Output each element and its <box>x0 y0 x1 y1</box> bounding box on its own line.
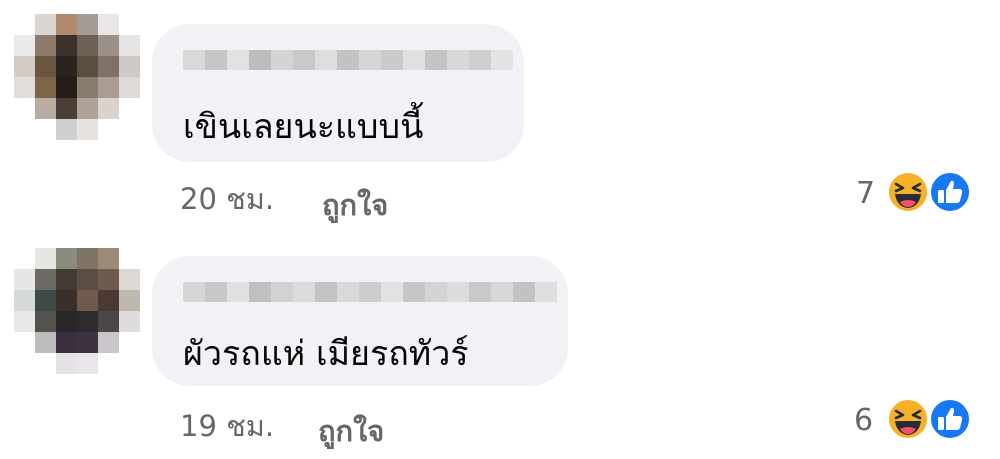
comment-timestamp[interactable]: 19 ชม. <box>180 403 274 449</box>
avatar[interactable] <box>14 248 140 374</box>
reaction-count[interactable]: 6 <box>854 403 873 438</box>
like-button[interactable]: ถูกใจ <box>318 408 384 454</box>
comment-text: เขินเลยนะแบบนี้ <box>183 107 424 147</box>
like-icon <box>929 171 971 213</box>
haha-icon <box>887 398 929 440</box>
comment-timestamp[interactable]: 20 ชม. <box>180 176 274 222</box>
reaction-summary[interactable] <box>886 397 972 441</box>
reaction-count[interactable]: 7 <box>856 176 875 211</box>
reaction-summary[interactable] <box>886 170 972 214</box>
commenter-name-blurred[interactable] <box>183 50 513 70</box>
like-button[interactable]: ถูกใจ <box>322 182 388 228</box>
comment-text: ผัวรถแห่ เมียรถทัวร์ <box>183 334 469 374</box>
like-icon <box>929 398 971 440</box>
avatar[interactable] <box>14 14 140 140</box>
commenter-name-blurred[interactable] <box>183 282 557 302</box>
haha-icon <box>887 171 929 213</box>
